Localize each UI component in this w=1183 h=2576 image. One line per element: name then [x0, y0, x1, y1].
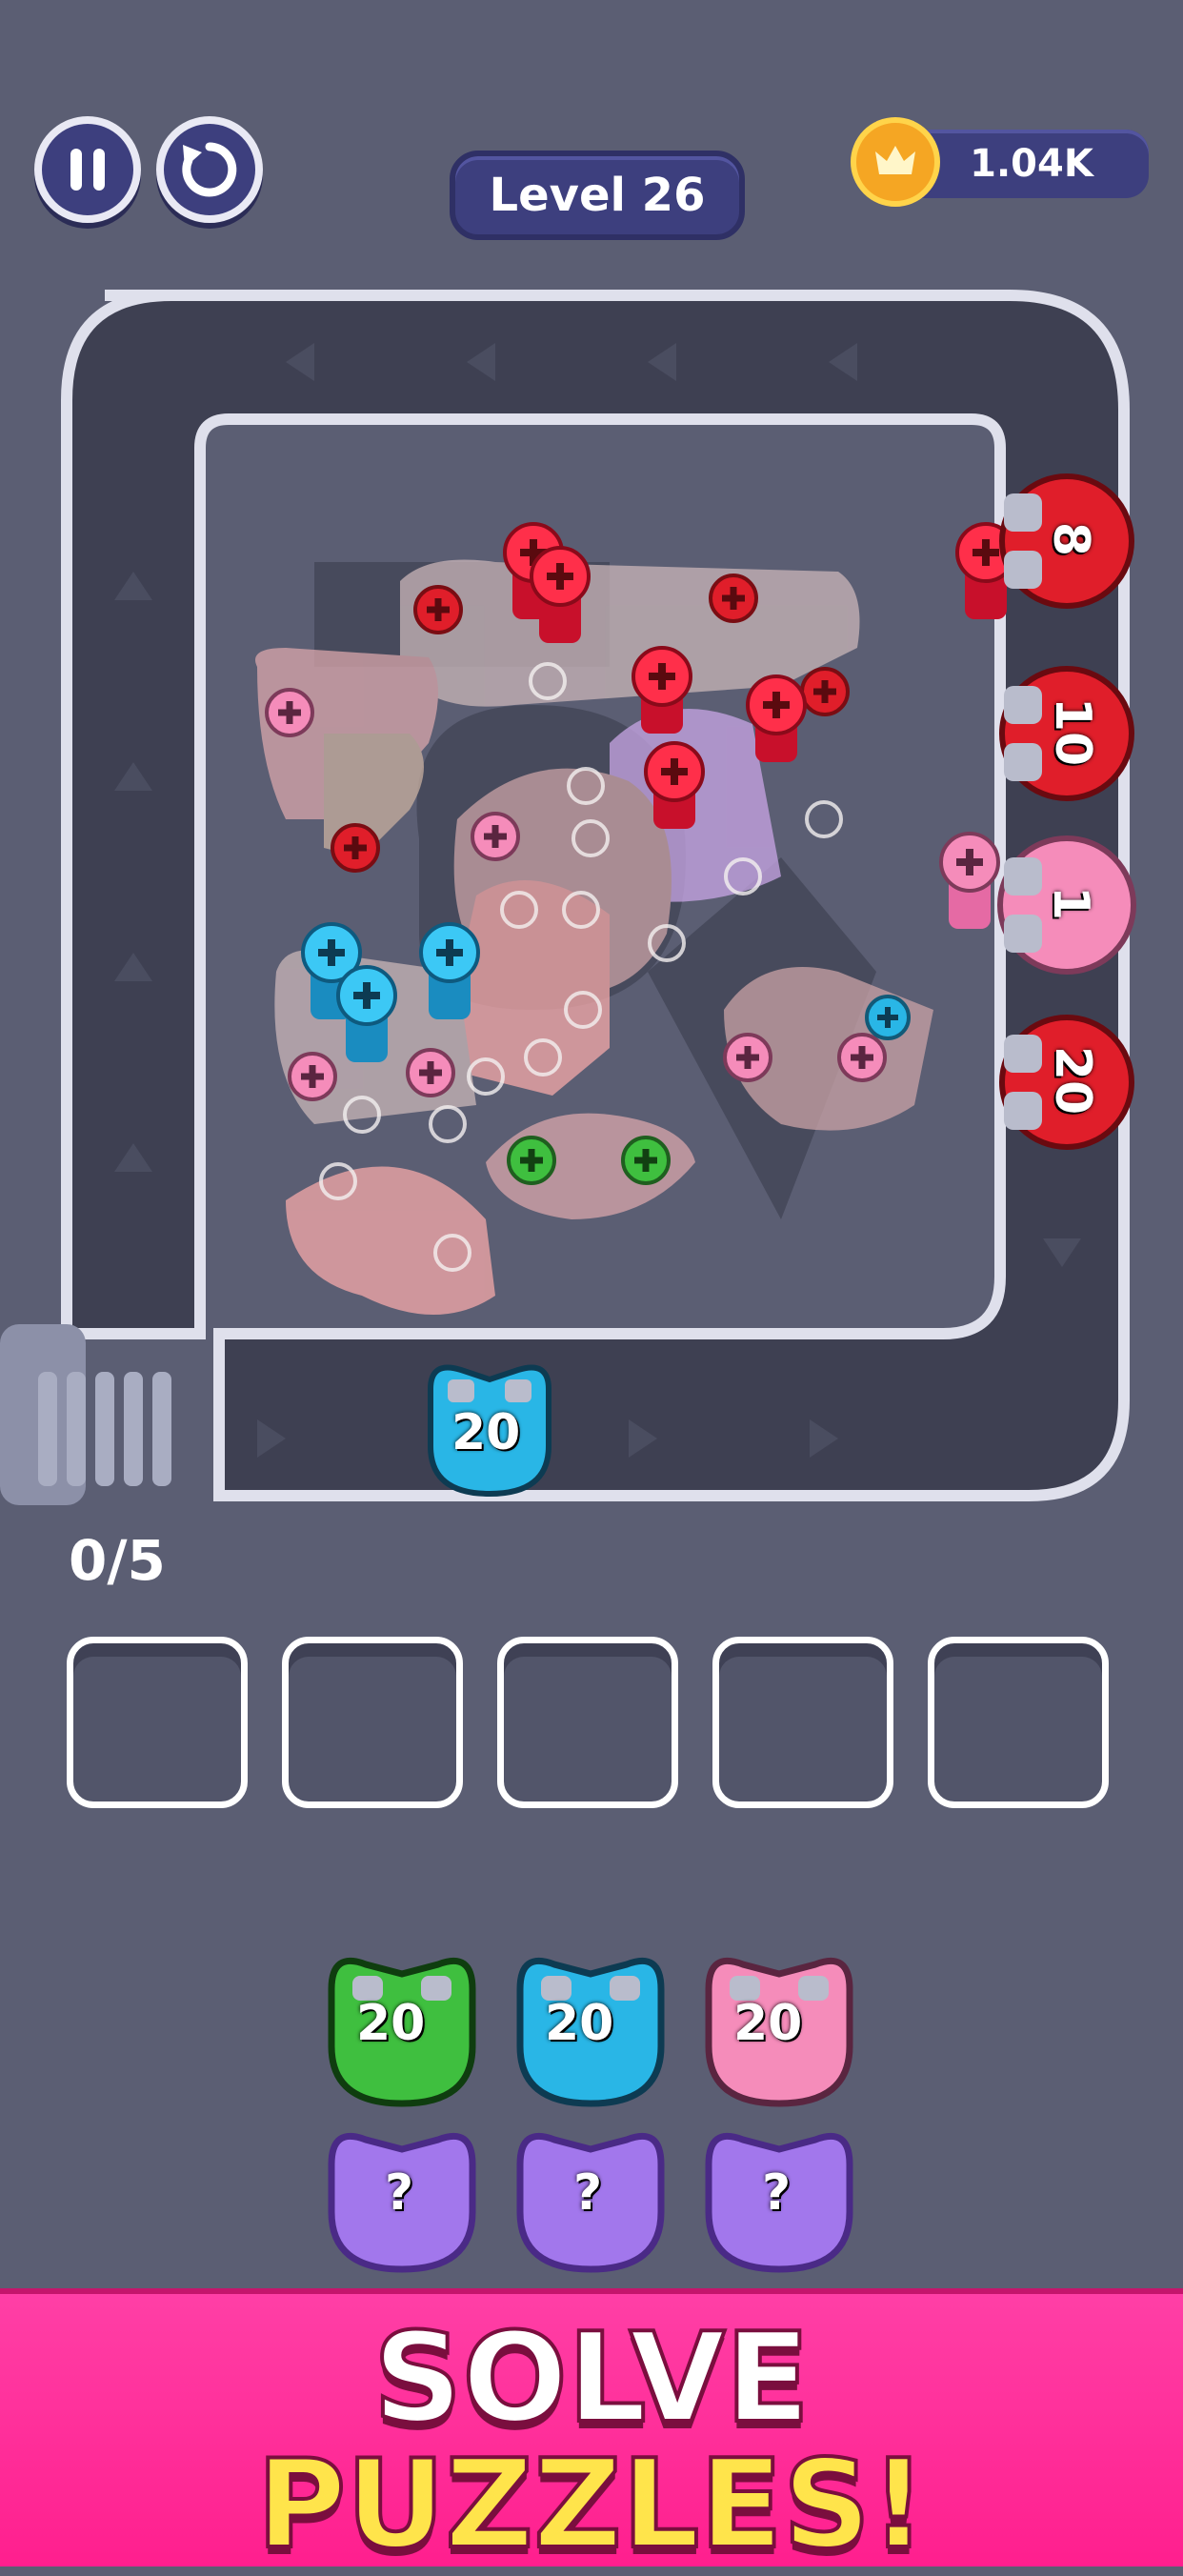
queue-magnet-blue[interactable]: 20 — [507, 1942, 674, 2113]
active-magnet[interactable]: 20 — [413, 1351, 566, 1503]
coin-icon — [851, 117, 940, 207]
mystery-magnet: ? — [695, 2117, 863, 2279]
queue-magnet-pink[interactable]: 20 — [695, 1942, 863, 2113]
mystery-magnet: ? — [507, 2117, 674, 2279]
magnet-slot[interactable] — [928, 1637, 1109, 1808]
pause-button[interactable] — [34, 116, 141, 223]
conveyor-magnet[interactable]: 10 — [991, 657, 1143, 810]
collected-counter: 0/5 — [69, 1528, 166, 1593]
magnet-slot[interactable] — [712, 1637, 893, 1808]
magnet-slot[interactable] — [67, 1637, 248, 1808]
magnet-slot[interactable] — [497, 1637, 678, 1808]
queue-magnet-green[interactable]: 20 — [318, 1942, 486, 2113]
restart-icon — [182, 142, 237, 197]
conveyor-magnet[interactable]: 8 — [991, 465, 1143, 617]
level-label: Level 26 — [450, 151, 745, 240]
pause-icon — [70, 149, 105, 191]
banner-subtitle: PUZZLES! — [255, 2432, 929, 2576]
conveyor-magnet[interactable]: 20 — [991, 1006, 1143, 1158]
magnet-slot[interactable] — [282, 1637, 463, 1808]
conveyor-magnet[interactable]: 1 — [991, 829, 1143, 981]
mystery-magnet: ? — [318, 2117, 486, 2279]
restart-button[interactable] — [156, 116, 263, 223]
banner-title: SOLVE — [371, 2304, 812, 2452]
